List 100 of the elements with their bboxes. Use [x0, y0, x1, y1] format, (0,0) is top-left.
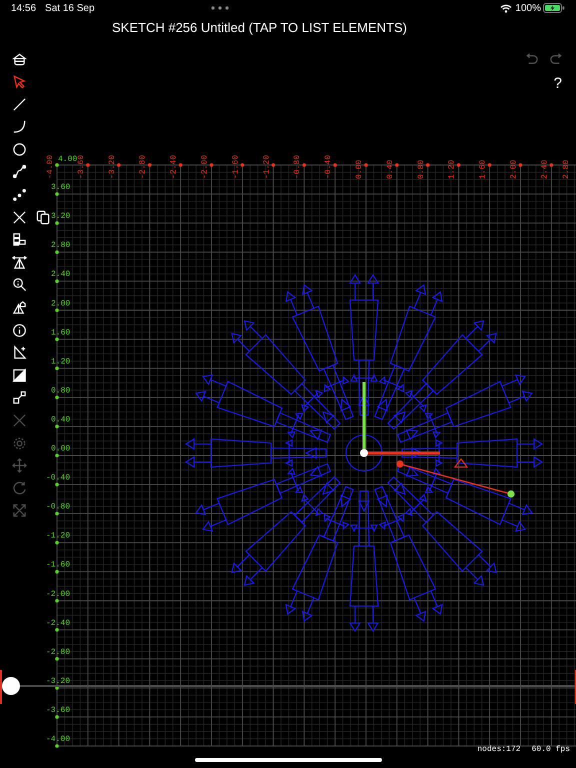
tick-mark — [86, 163, 90, 167]
triangle-plus-icon[interactable] — [12, 345, 27, 360]
tick-mark — [178, 163, 182, 167]
scale-icon[interactable] — [12, 390, 27, 406]
axis-label: 0.80 — [51, 386, 70, 396]
cursor-icon[interactable] — [12, 74, 27, 90]
slider-end-mark — [0, 670, 2, 704]
axis-label: 0.00 — [355, 160, 364, 179]
battery-icon — [543, 3, 565, 13]
axis-label: 1.20 — [448, 160, 457, 179]
tick-mark — [55, 744, 59, 748]
tick-mark — [55, 628, 59, 632]
curve-icon[interactable] — [12, 164, 27, 180]
blocks-icon[interactable] — [12, 232, 27, 248]
tick-mark — [55, 396, 59, 400]
tick-mark — [55, 540, 59, 544]
dimension-icon[interactable] — [12, 254, 27, 270]
status-date: Sat 16 Sep — [45, 2, 95, 16]
frame-rate: 60.0 fps — [532, 744, 570, 756]
tick-mark — [55, 657, 59, 661]
slider[interactable] — [0, 677, 576, 695]
tick-mark — [55, 715, 59, 719]
slider-end-mark — [575, 670, 576, 704]
tick-mark — [55, 308, 59, 312]
tick-mark — [333, 163, 337, 167]
axis-label: 0.80 — [416, 160, 426, 179]
status-time: 14:56 — [11, 2, 36, 16]
tick-mark — [240, 163, 244, 167]
wifi-icon — [500, 4, 512, 12]
axis-label: -1.60 — [46, 560, 70, 570]
axis-label: -3.20 — [46, 676, 70, 686]
tick-mark — [148, 163, 152, 167]
dots-icon[interactable] — [12, 187, 27, 202]
axis-label: 1.60 — [51, 328, 70, 338]
arc-icon[interactable] — [12, 119, 27, 134]
tick-mark — [55, 221, 59, 225]
axis-label: -2.80 — [138, 154, 148, 179]
tick-mark — [426, 163, 430, 167]
help-button[interactable]: ? — [554, 76, 562, 91]
more-icon[interactable] — [210, 6, 229, 10]
home-icon[interactable] — [12, 52, 27, 66]
tick-mark — [55, 598, 59, 603]
half-square-icon[interactable] — [12, 368, 27, 383]
axis-label: -0.80 — [46, 502, 70, 512]
axis-label: 2.00 — [510, 160, 518, 179]
tick-mark — [55, 366, 59, 370]
shape-icon[interactable] — [12, 300, 27, 316]
axis-label: 0.40 — [51, 415, 70, 424]
slider-thumb[interactable] — [2, 677, 20, 695]
axis-label: -1.20 — [46, 532, 70, 541]
axis-label: -2.80 — [46, 648, 70, 657]
line-icon[interactable] — [12, 96, 27, 112]
circle-icon[interactable] — [12, 142, 27, 157]
axis-label: 2.00 — [51, 299, 70, 308]
axis-label: -2.00 — [46, 590, 70, 599]
axis-label: -2.40 — [170, 154, 179, 179]
axis-label: 3.60 — [51, 183, 70, 192]
axis-label: -3.60 — [76, 154, 86, 179]
axis-label: 0.00 — [51, 444, 70, 454]
axis-label: 1.60 — [478, 160, 488, 179]
tick-mark — [272, 163, 276, 167]
triangle-marker[interactable] — [454, 458, 468, 468]
tick-mark — [210, 163, 214, 167]
axis-label: -1.20 — [262, 154, 272, 179]
axis-label: -4.00 — [46, 154, 55, 179]
tick-mark — [302, 163, 306, 167]
sketch-title[interactable]: SKETCH #256 Untitled (TAP TO LIST ELEMENTS) — [112, 18, 408, 38]
axis-label: 2.40 — [51, 270, 70, 280]
axis-label: -3.20 — [108, 154, 117, 179]
axis-label: -0.80 — [293, 154, 302, 179]
search-icon[interactable] — [12, 277, 27, 292]
axis-label: 2.80 — [51, 241, 70, 250]
axis-label: -0.40 — [46, 474, 70, 483]
axis-label: -3.60 — [46, 706, 70, 715]
tick-mark — [117, 163, 121, 167]
copy-icon[interactable] — [36, 210, 51, 225]
tick-mark — [55, 570, 59, 574]
battery-percent: 100% — [515, 2, 541, 16]
axis-gizmo-drawing[interactable] — [362, 382, 440, 454]
axis-label: 3.20 — [51, 212, 70, 222]
node-count: nodes:172 — [477, 744, 521, 756]
tick-mark — [550, 163, 554, 167]
axis-label: 1.20 — [51, 357, 70, 366]
tick-mark — [55, 512, 59, 516]
selected-segment-drawing[interactable] — [396, 460, 515, 498]
axis-label: 0.40 — [386, 160, 395, 179]
axis-label: -1.60 — [231, 154, 240, 179]
tick-mark — [55, 454, 59, 458]
axis-label: -2.40 — [46, 618, 70, 628]
tick-mark — [55, 338, 59, 342]
tick-mark — [55, 279, 59, 283]
info-icon[interactable] — [12, 322, 27, 338]
tick-mark — [364, 163, 368, 167]
axis-label: 4.00 — [58, 155, 78, 164]
axis-label: 2.80 — [562, 160, 571, 179]
axis-label: -0.40 — [324, 154, 334, 179]
tick-mark — [55, 250, 59, 254]
origin-point[interactable] — [360, 449, 368, 457]
tick-mark — [395, 163, 399, 167]
tick-mark — [456, 163, 460, 167]
